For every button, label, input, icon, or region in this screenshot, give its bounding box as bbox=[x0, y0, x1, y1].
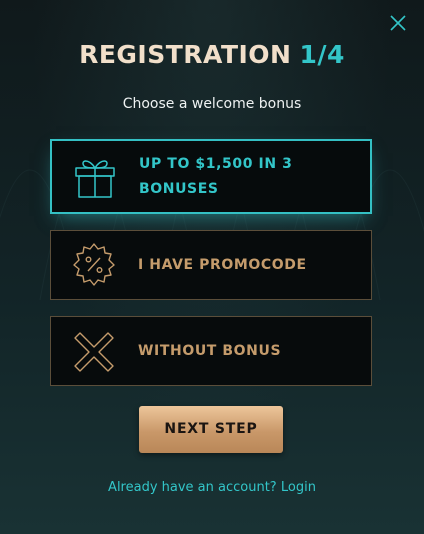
close-icon[interactable] bbox=[388, 13, 408, 33]
dialog-title: REGISTRATION 1/4 bbox=[0, 40, 424, 76]
bonus-option-label: WITHOUT BONUS bbox=[138, 343, 282, 359]
bonus-option-none[interactable]: WITHOUT BONUS bbox=[50, 316, 372, 386]
gift-icon bbox=[75, 160, 115, 198]
bonus-option-promocode[interactable]: I HAVE PROMOCODE bbox=[50, 230, 372, 300]
step-indicator: 1/4 bbox=[299, 40, 345, 69]
login-prompt-text: Already have an account? bbox=[108, 480, 277, 495]
cross-icon bbox=[74, 332, 114, 372]
login-link[interactable]: Login bbox=[281, 480, 316, 495]
bonus-option-label: I HAVE PROMOCODE bbox=[138, 257, 307, 273]
dialog-title-text: REGISTRATION bbox=[79, 40, 292, 69]
next-step-button[interactable]: NEXT STEP bbox=[139, 406, 283, 453]
dialog-subtitle: Choose a welcome bonus bbox=[122, 96, 302, 112]
registration-modal: REGISTRATION 1/4 Choose a welcome bonus U… bbox=[0, 0, 424, 534]
bonus-option-label: UP TO $1,500 IN 3 BONUSES bbox=[139, 156, 293, 197]
percent-badge-icon bbox=[73, 243, 115, 286]
login-prompt: Already have an account? Login bbox=[0, 480, 424, 500]
bonus-option-welcome[interactable]: UP TO $1,500 IN 3 BONUSES bbox=[50, 139, 372, 214]
